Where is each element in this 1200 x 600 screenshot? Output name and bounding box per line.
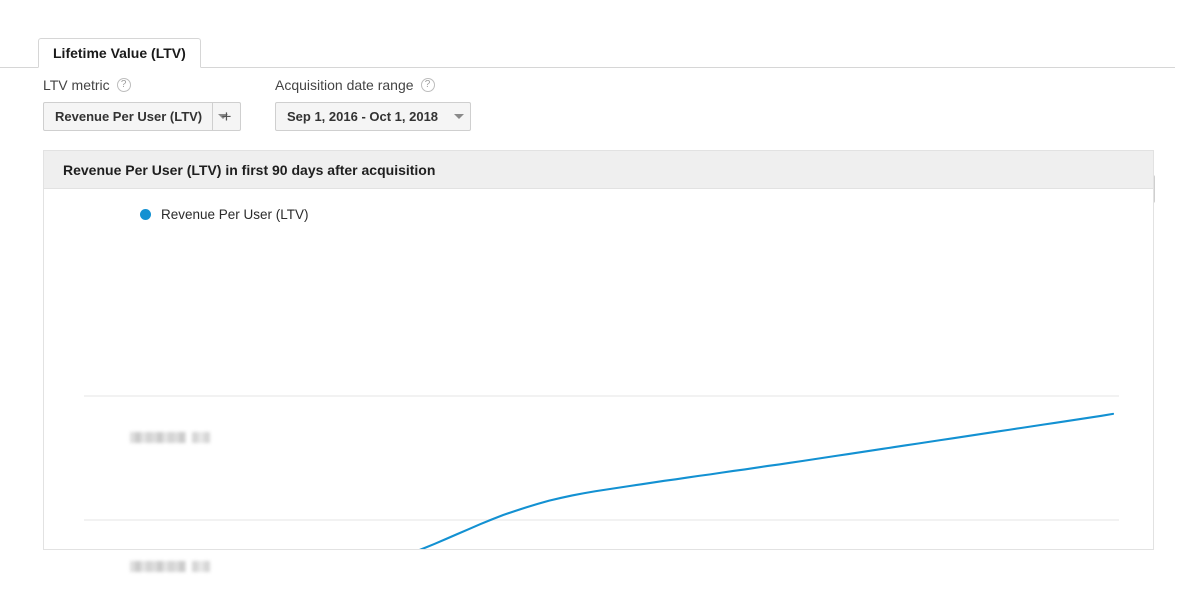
ltv-line-chart — [84, 395, 1119, 549]
ltv-metric-select[interactable]: Revenue Per User (LTV) — [44, 103, 229, 130]
add-metric-button[interactable]: + — [212, 103, 240, 130]
date-range-selectbox: Sep 1, 2016 - Oct 1, 2018 — [275, 102, 471, 131]
tab-label: Lifetime Value (LTV) — [53, 45, 186, 61]
y-axis-label-redacted-upper — [130, 432, 186, 443]
plus-icon: + — [221, 107, 232, 126]
series-line-revenue-per-user — [419, 412, 1115, 549]
help-circle-icon[interactable]: ? — [116, 78, 131, 92]
ltv-metric-value: Revenue Per User (LTV) — [55, 109, 203, 124]
ltv-metric-selectbox: Revenue Per User (LTV) + — [43, 102, 241, 131]
date-range-value: Sep 1, 2016 - Oct 1, 2018 — [287, 109, 439, 124]
chart-card: Revenue Per User (LTV) in first 90 days … — [43, 150, 1154, 572]
tab-bar: Lifetime Value (LTV) — [0, 38, 1175, 68]
controls-row: LTV metric ? Revenue Per User (LTV) + Ac… — [0, 76, 1200, 203]
chevron-down-icon — [454, 114, 465, 119]
date-range-select[interactable]: Sep 1, 2016 - Oct 1, 2018 — [276, 103, 473, 130]
chart-title: Revenue Per User (LTV) in first 90 days … — [63, 161, 436, 178]
acquisition-date-range-control: Acquisition date range ? Sep 1, 2016 - O… — [275, 76, 471, 131]
chart-plot-area: Day 0Day 3Day 6Day 9Day 12Day 15Day 18Da… — [44, 189, 1153, 572]
y-axis-label-redacted-upper-suffix — [192, 432, 210, 443]
ltv-metric-label: LTV metric — [43, 77, 110, 93]
tab-lifetime-value[interactable]: Lifetime Value (LTV) — [38, 38, 201, 68]
help-circle-icon[interactable]: ? — [420, 78, 435, 92]
ltv-metric-control: LTV metric ? Revenue Per User (LTV) + — [43, 76, 241, 131]
date-range-label: Acquisition date range — [275, 77, 414, 93]
date-range-label-row: Acquisition date range ? — [275, 76, 471, 94]
y-axis-label-redacted-lower-suffix — [192, 561, 210, 572]
ltv-metric-label-row: LTV metric ? — [43, 76, 241, 94]
chart-card-header: Revenue Per User (LTV) in first 90 days … — [44, 151, 1153, 189]
y-axis-label-redacted-lower — [130, 561, 186, 572]
page-root: Lifetime Value (LTV) LTV metric ? Revenu… — [0, 0, 1200, 600]
